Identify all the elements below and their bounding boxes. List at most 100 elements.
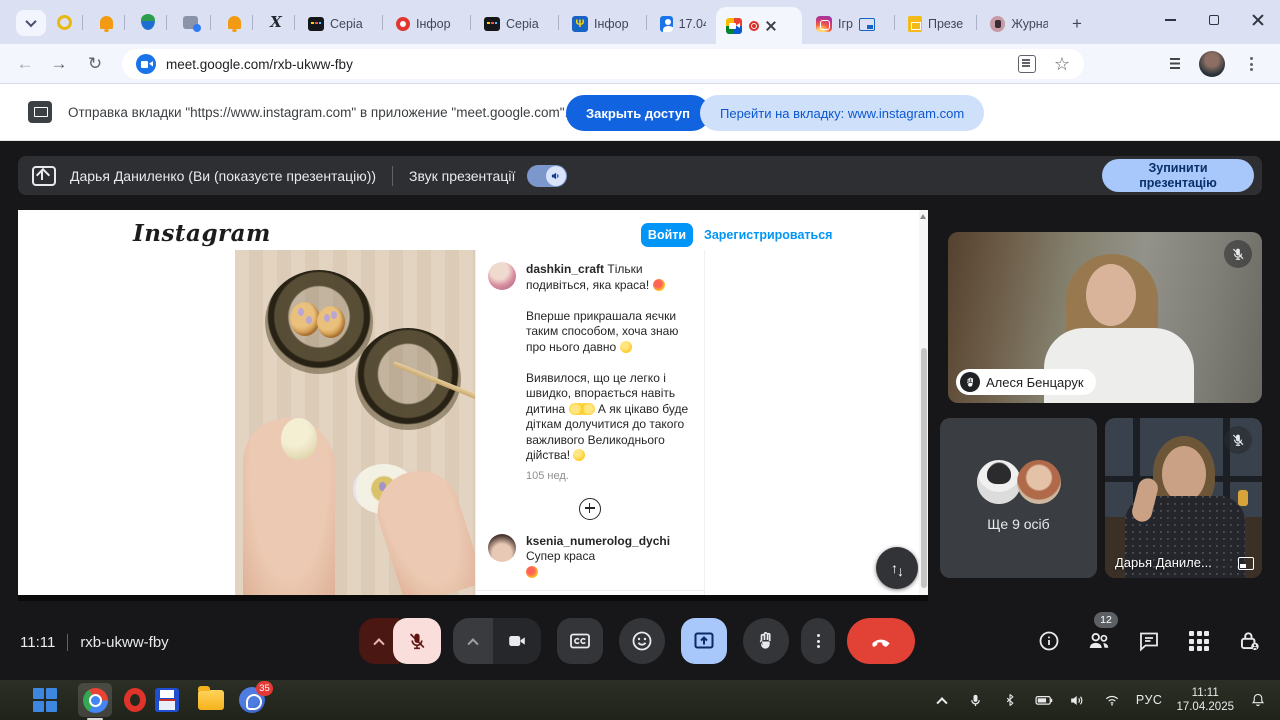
taskbar-chrome[interactable] xyxy=(81,686,109,714)
camera-button[interactable] xyxy=(493,618,541,664)
back-button[interactable]: ← xyxy=(8,44,42,84)
comment-line: Вперше прикрашала яєчки таким способом, … xyxy=(526,309,678,354)
tray-mic-icon[interactable] xyxy=(966,690,986,710)
shield-icon xyxy=(141,14,155,30)
bluetooth-icon[interactable] xyxy=(1000,690,1020,710)
tab-info-2[interactable]: Ψ Інфор xyxy=(564,10,642,38)
forward-button[interactable]: → xyxy=(42,44,76,84)
commenter-avatar[interactable] xyxy=(488,534,516,562)
screen-share-icon xyxy=(28,101,52,123)
close-tab-icon[interactable] xyxy=(766,21,776,31)
tab-date[interactable]: 17.04. xyxy=(652,10,714,38)
mic-muted-icon xyxy=(1224,240,1252,268)
activities-button[interactable] xyxy=(1186,628,1212,654)
pinned-tab-2[interactable] xyxy=(96,12,116,32)
leave-call-button[interactable] xyxy=(847,618,915,664)
pinned-tab-4[interactable] xyxy=(180,12,200,32)
tab-presentation[interactable]: Презе xyxy=(900,10,972,38)
start-button[interactable] xyxy=(31,686,59,714)
notifications-bell-icon[interactable] xyxy=(1248,690,1268,710)
instagram-register-link[interactable]: Зарегистрироваться xyxy=(704,228,832,242)
pinned-tab-6[interactable]: X xyxy=(266,12,286,32)
window-maximize-button[interactable] xyxy=(1192,0,1236,40)
battery-icon[interactable] xyxy=(1034,690,1054,710)
camera-options-button[interactable] xyxy=(453,618,493,664)
participants-button[interactable]: 12 xyxy=(1086,628,1112,654)
emoji: 😉🙂 xyxy=(569,403,595,415)
address-bar[interactable]: meet.google.com/rxb-ukww-fby ☆ xyxy=(122,49,1084,79)
chevron-up-icon xyxy=(467,638,478,649)
volume-icon[interactable] xyxy=(1068,690,1088,710)
stop-sharing-button[interactable]: Закрыть доступ xyxy=(566,95,710,131)
participant-name-badge: Алеся Бенцарук xyxy=(956,369,1096,395)
present-button-active[interactable] xyxy=(681,618,727,664)
reactions-button[interactable] xyxy=(619,618,665,664)
commenter-avatar[interactable] xyxy=(488,262,516,290)
url-text: meet.google.com/rxb-ukww-fby xyxy=(166,57,353,72)
stop-presentation-button[interactable]: Зупинити презентацію xyxy=(1102,159,1254,192)
pinned-tab-5[interactable] xyxy=(224,12,244,32)
taskbar-clock[interactable]: 11:11 17.04.2025 xyxy=(1176,686,1234,714)
taskbar-messenger[interactable]: 35 xyxy=(238,686,266,714)
window-minimize-button[interactable] xyxy=(1148,0,1192,40)
wifi-icon[interactable] xyxy=(1102,690,1122,710)
participants-count-badge: 12 xyxy=(1094,612,1118,628)
tab-info-1[interactable]: Інфор xyxy=(388,10,466,38)
mic-mute-button[interactable] xyxy=(393,618,441,664)
tab-serial-1[interactable]: Серіа xyxy=(300,10,378,38)
comment-line: Супер краса xyxy=(526,549,595,563)
taskbar-save-app[interactable] xyxy=(153,686,181,714)
participant-tile-darya[interactable]: Дарья Даниле... xyxy=(1105,418,1262,578)
pinned-tab-1[interactable] xyxy=(54,12,74,32)
info-icon xyxy=(1037,629,1061,653)
profile-avatar[interactable] xyxy=(1196,44,1228,84)
tab-instagram[interactable]: Ігр xyxy=(808,10,890,38)
instagram-login-button[interactable]: Войти xyxy=(641,223,693,247)
more-options-button[interactable] xyxy=(801,618,835,664)
page-scrollbar[interactable] xyxy=(919,210,928,595)
reload-button[interactable]: ↻ xyxy=(78,44,112,84)
pinned-tab-3[interactable] xyxy=(138,12,158,32)
scroll-up-arrow[interactable] xyxy=(920,214,926,219)
media-controls-button[interactable] xyxy=(1164,44,1194,84)
floppy-icon xyxy=(155,688,179,712)
host-controls-button[interactable] xyxy=(1236,628,1262,654)
tab-search-button[interactable] xyxy=(16,10,46,36)
taskbar-date: 17.04.2025 xyxy=(1176,701,1234,713)
record-circle-icon xyxy=(396,17,410,31)
pip-toggle-icon[interactable] xyxy=(1238,557,1254,570)
participant-video xyxy=(1086,264,1136,326)
taskbar-explorer[interactable] xyxy=(197,686,225,714)
comment-username[interactable]: dashkin_craft xyxy=(526,262,604,276)
captions-button[interactable] xyxy=(557,618,603,664)
scroll-posts-button[interactable]: ↑↓ xyxy=(876,547,918,589)
language-indicator[interactable]: РУС xyxy=(1136,693,1163,707)
shared-screen-instagram: Instagram Войти Зарегистрироваться xyxy=(18,210,928,601)
window-close-button[interactable] xyxy=(1236,0,1280,40)
tab-journal[interactable]: Журна xyxy=(982,10,1056,38)
presenter-label: Дарья Даниленко (Ви (показуєте презентац… xyxy=(70,168,376,184)
raise-hand-button[interactable] xyxy=(743,618,789,664)
system-tray: РУС 11:11 17.04.2025 xyxy=(932,680,1280,720)
taskbar-opera[interactable] xyxy=(121,686,149,714)
translate-icon[interactable] xyxy=(1018,55,1036,73)
scrollbar-thumb[interactable] xyxy=(921,348,927,588)
meeting-details-button[interactable] xyxy=(1036,628,1062,654)
comment-username[interactable]: ksenia_numerolog_dychi xyxy=(526,534,670,548)
chrome-icon xyxy=(83,688,108,713)
tab-label: 17.04. xyxy=(679,17,706,31)
end-call-icon xyxy=(868,628,894,654)
tab-google-meet-active[interactable] xyxy=(716,7,802,44)
tab-label: Серіа xyxy=(330,17,363,31)
load-more-comments-button[interactable] xyxy=(579,498,601,520)
more-participants-tile[interactable]: Ще 9 осіб xyxy=(940,418,1097,578)
bookmark-star-icon[interactable]: ☆ xyxy=(1054,54,1070,75)
new-tab-button[interactable]: + xyxy=(1062,10,1092,38)
chat-button[interactable] xyxy=(1136,628,1162,654)
go-to-tab-button[interactable]: Перейти на вкладку: www.instagram.com xyxy=(700,95,984,131)
tray-expand-button[interactable] xyxy=(932,690,952,710)
participant-tile-alesya[interactable]: Алеся Бенцарук xyxy=(948,232,1262,403)
tab-serial-2[interactable]: Серіа xyxy=(476,10,554,38)
browser-menu-button[interactable] xyxy=(1236,44,1266,84)
presentation-sound-toggle[interactable] xyxy=(527,165,567,187)
